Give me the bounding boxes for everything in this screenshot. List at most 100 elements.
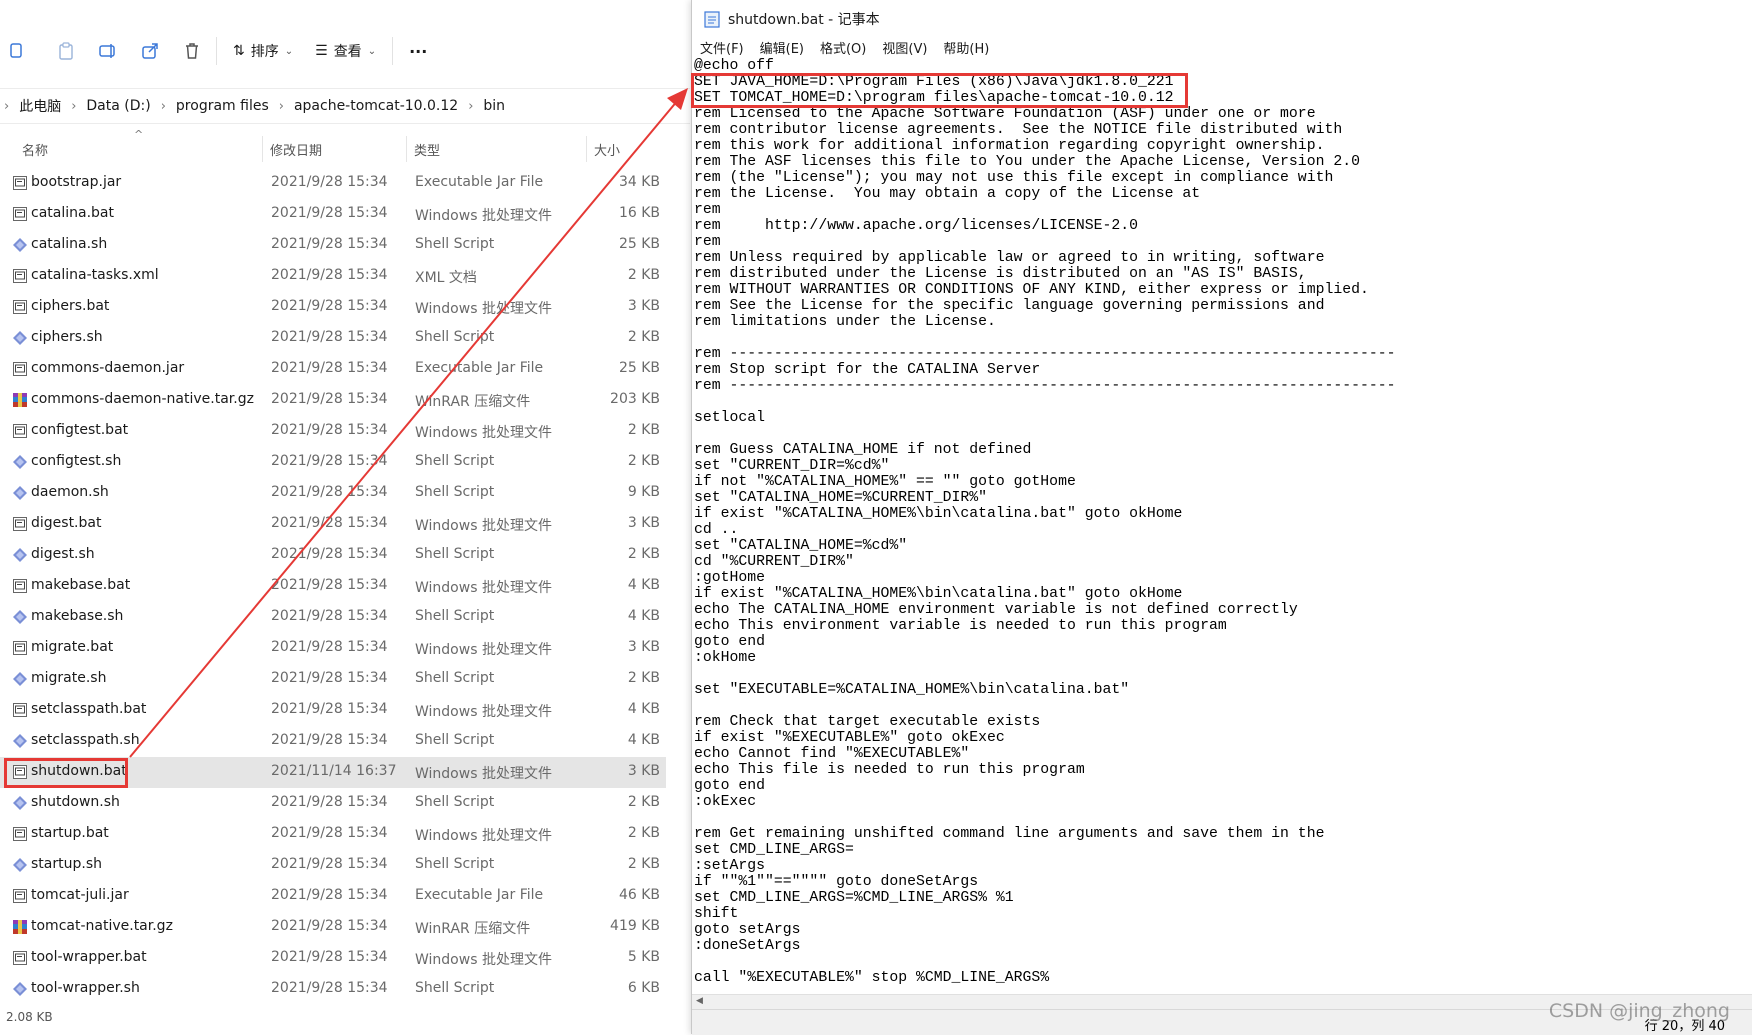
file-date: 2021/9/28 15:34 [271,546,388,562]
code-line: rem [694,234,721,250]
shell-script-icon [12,795,28,811]
column-size[interactable]: 大小 [594,140,620,159]
shell-script-icon [12,671,28,687]
file-row[interactable]: tomcat-juli.jar 2021/9/28 15:34 Executable… [0,881,666,912]
column-type[interactable]: 类型 [414,140,440,159]
code-line: :setArgs [694,858,766,874]
file-row[interactable]: shutdown.sh 2021/9/28 15:34 Shell Script 2 … [0,788,666,819]
menu-view[interactable]: 视图(V) [874,38,935,57]
file-row[interactable]: catalina.sh 2021/9/28 15:34 Shell Script 25… [0,230,666,261]
menu-format[interactable]: 格式(O) [812,38,874,57]
code-line: goto end [694,778,766,794]
file-explorer-window: ⇅ 排序 ⌄ ☰ 查看 ⌄ ··· › 此电脑 › Data (D:) › pr… [0,0,690,1034]
text-editor-area[interactable]: @echo off SET JAVA_HOME=D:\Program Files … [694,58,1734,995]
bat-file-icon [12,206,28,222]
file-size: 16 KB [618,205,660,221]
breadcrumb-tomcat[interactable]: apache-tomcat-10.0.12 [288,98,464,114]
file-type: Windows 批处理文件 [415,766,552,782]
code-line: set CMD_LINE_ARGS=%CMD_LINE_ARGS% %1 [694,890,1014,906]
file-date: 2021/9/28 15:34 [271,360,388,376]
file-date: 2021/9/28 15:34 [271,236,388,252]
file-row[interactable]: tomcat-native.tar.gz 2021/9/28 15:34 WinRA… [0,912,666,943]
file-row[interactable]: configtest.bat 2021/9/28 15:34 Windows 批处理… [0,416,666,447]
file-name: makebase.bat [31,577,131,593]
bat-file-icon [12,826,28,842]
file-row[interactable]: commons-daemon-native.tar.gz 2021/9/28 15… [0,385,666,416]
breadcrumb-bin[interactable]: bin [477,98,511,114]
more-options-button[interactable]: ··· [401,35,435,67]
code-line: rem Check that target executable exists [694,714,1041,730]
code-line: rem this work for additional information… [694,138,1325,154]
file-size: 9 KB [627,484,660,500]
file-date: 2021/9/28 15:34 [271,887,388,903]
menu-file[interactable]: 文件(F) [692,38,752,57]
file-row[interactable]: setclasspath.sh 2021/9/28 15:34 Shell Scri… [0,726,666,757]
chevron-right-icon: › [4,98,10,114]
file-type: Shell Script [415,670,495,686]
rename-icon[interactable] [92,35,124,67]
file-row[interactable]: startup.bat 2021/9/28 15:34 Windows 批处理文件 2… [0,819,666,850]
notepad-titlebar[interactable]: shutdown.bat - 记事本 [692,4,1752,34]
code-line: cd .. [694,522,739,538]
file-type: Shell Script [415,732,495,748]
breadcrumb[interactable]: › 此电脑 › Data (D:) › program files › apac… [0,88,690,124]
copy-icon[interactable] [0,35,32,67]
column-header: 名称 ^ 修改日期 类型 大小 [0,128,666,162]
file-name: makebase.sh [31,608,124,624]
file-row[interactable]: catalina.bat 2021/9/28 15:34 Windows 批处理文件… [0,199,666,230]
file-row[interactable]: makebase.sh 2021/9/28 15:34 Shell Script 4 … [0,602,666,633]
code-line: rem Licensed to the Apache Software Foun… [694,106,1316,122]
code-line: call "%EXECUTABLE%" stop %CMD_LINE_ARGS% [694,970,1050,986]
file-row[interactable]: migrate.bat 2021/9/28 15:34 Windows 批处理文件 3… [0,633,666,664]
file-row[interactable]: catalina-tasks.xml 2021/9/28 15:34 XML 文档 2… [0,261,666,292]
file-type: Shell Script [415,608,495,624]
winrar-archive-icon [12,392,28,408]
file-row[interactable]: daemon.sh 2021/9/28 15:34 Shell Script 9 KB [0,478,666,509]
jar-file-icon [12,888,28,904]
file-row[interactable]: tool-wrapper.bat 2021/9/28 15:34 Windows 批… [0,943,666,974]
column-name[interactable]: 名称 [22,140,48,159]
file-row[interactable]: startup.sh 2021/9/28 15:34 Shell Script 2 K… [0,850,666,881]
file-row[interactable]: configtest.sh 2021/9/28 15:34 Shell Script… [0,447,666,478]
file-row[interactable]: makebase.bat 2021/9/28 15:34 Windows 批处理文件… [0,571,666,602]
file-row[interactable]: ciphers.sh 2021/9/28 15:34 Shell Script 2 K… [0,323,666,354]
file-name: digest.bat [31,515,102,531]
code-line: @echo off [694,58,774,74]
share-icon[interactable] [134,35,166,67]
file-row[interactable]: migrate.sh 2021/9/28 15:34 Shell Script 2 K… [0,664,666,695]
file-name: tool-wrapper.bat [31,949,147,965]
breadcrumb-data-drive[interactable]: Data (D:) [80,98,156,114]
file-date: 2021/9/28 15:34 [271,515,388,531]
menu-help[interactable]: 帮助(H) [935,38,997,57]
file-row[interactable]: digest.bat 2021/9/28 15:34 Windows 批处理文件 3 … [0,509,666,540]
file-type: Windows 批处理文件 [415,301,552,317]
delete-icon[interactable] [176,35,208,67]
file-size: 3 KB [627,763,660,779]
file-date: 2021/9/28 15:34 [271,639,388,655]
sort-button[interactable]: ⇅ 排序 ⌄ [225,35,301,67]
file-row[interactable]: bootstrap.jar 2021/9/28 15:34 Executable J… [0,168,666,199]
file-name: configtest.sh [31,453,122,469]
file-row[interactable]: tool-wrapper.sh 2021/9/28 15:34 Shell Scri… [0,974,666,1005]
code-line: if exist "%CATALINA_HOME%\bin\catalina.b… [694,586,1183,602]
view-button[interactable]: ☰ 查看 ⌄ [307,35,384,67]
breadcrumb-program-files[interactable]: program files [170,98,275,114]
breadcrumb-this-pc[interactable]: 此电脑 [13,96,67,116]
scroll-left-icon[interactable]: ◀ [696,996,703,1006]
column-date[interactable]: 修改日期 [270,140,322,159]
xml-file-icon [12,268,28,284]
file-row[interactable]: setclasspath.bat 2021/9/28 15:34 Windows 批… [0,695,666,726]
chevron-right-icon: › [160,98,166,114]
file-type: Windows 批处理文件 [415,425,552,441]
menu-edit[interactable]: 编辑(E) [752,38,812,57]
file-date: 2021/11/14 16:37 [271,763,397,779]
file-size: 46 KB [618,887,660,903]
file-row[interactable]: digest.sh 2021/9/28 15:34 Shell Script 2 KB [0,540,666,571]
file-row[interactable]: ciphers.bat 2021/9/28 15:34 Windows 批处理文件 3… [0,292,666,323]
paste-icon[interactable] [50,35,82,67]
file-row[interactable]: commons-daemon.jar 2021/9/28 15:34 Executa… [0,354,666,385]
file-name: tomcat-native.tar.gz [31,918,173,934]
bat-file-icon [12,299,28,315]
